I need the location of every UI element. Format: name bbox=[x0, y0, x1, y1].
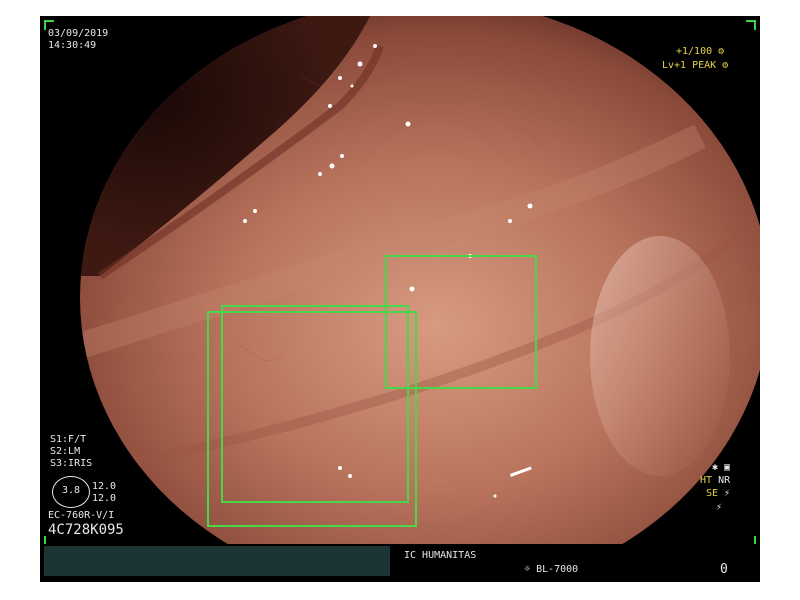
circle-value: 3.8 bbox=[62, 485, 81, 496]
peak-gear-icon: ⚙ bbox=[722, 60, 729, 71]
status-bar: IC HUMANITAS ☼ BL-7000 0 bbox=[40, 544, 760, 582]
date-readout: 03/09/2019 bbox=[48, 28, 109, 39]
setting-s1: S1:F/T bbox=[50, 434, 87, 445]
nr-label: NR bbox=[718, 475, 731, 486]
enhancement-readout: +1/100 ⚙ bbox=[676, 46, 724, 58]
se-readout: SE ⚡ bbox=[706, 488, 730, 500]
frame-corner-top-right bbox=[746, 20, 756, 30]
light-glare bbox=[590, 236, 730, 476]
endoscopic-view bbox=[40, 16, 760, 582]
level-value: Lv+1 bbox=[662, 60, 687, 71]
scope-model: EC-760R-V/I bbox=[48, 510, 115, 521]
endoscope-screen: 03/09/2019 14:30:49 +1/100 ⚙ Lv+1 PEAK ⚙… bbox=[40, 16, 760, 582]
se-label: SE bbox=[706, 488, 719, 499]
record-icon: ✱ ▣ bbox=[712, 462, 731, 473]
ht-nr-readout: HT NR bbox=[700, 475, 730, 487]
time-readout: 14:30:49 bbox=[48, 40, 97, 51]
scale-top: 12.0 bbox=[92, 481, 117, 492]
settings-gear-icon: ⚙ bbox=[718, 46, 725, 57]
setting-s2: S2:LM bbox=[50, 446, 81, 457]
lightning-icon: ⚡ bbox=[716, 502, 723, 513]
light-source-readout: ☼ BL-7000 bbox=[524, 564, 578, 576]
peak-value: PEAK bbox=[692, 60, 717, 71]
level-readout: Lv+1 PEAK ⚙ bbox=[662, 60, 728, 72]
freeze-icon: ⚡ bbox=[724, 488, 731, 499]
light-source-label: BL-7000 bbox=[536, 564, 579, 575]
institution-label: IC HUMANITAS bbox=[404, 550, 477, 561]
scope-code: 4C728K095 bbox=[48, 522, 124, 538]
setting-s3: S3:IRIS bbox=[50, 458, 93, 469]
scale-bottom: 12.0 bbox=[92, 493, 117, 504]
enhancement-value: +1/100 bbox=[676, 46, 713, 57]
ht-label: HT bbox=[700, 475, 713, 486]
status-bar-panel bbox=[44, 546, 390, 576]
light-sun-icon: ☼ bbox=[524, 564, 531, 575]
image-counter: 0 bbox=[720, 562, 728, 577]
